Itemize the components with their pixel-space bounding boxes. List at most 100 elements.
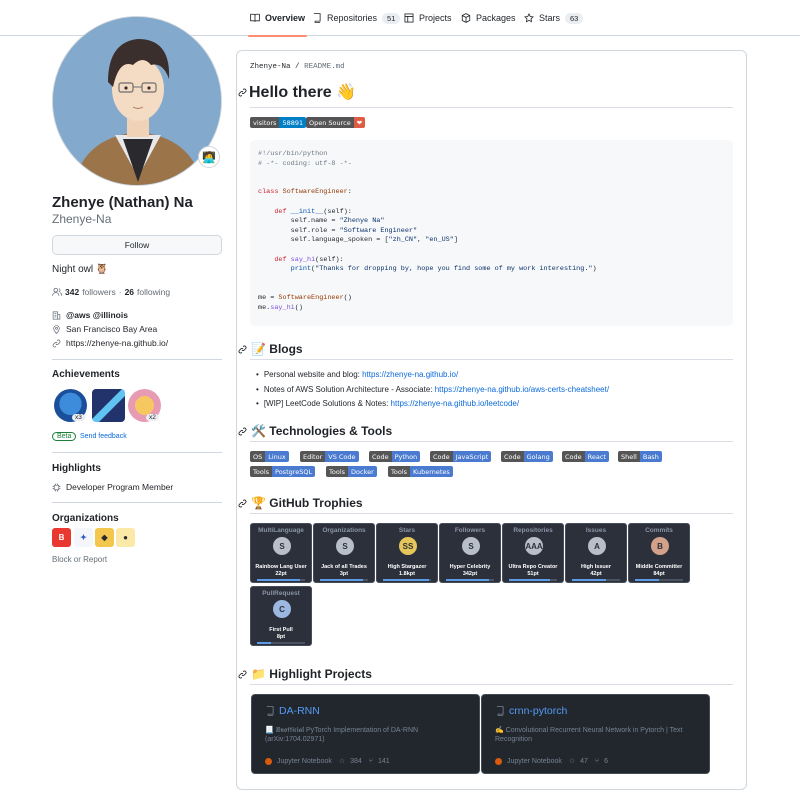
blog-link[interactable]: https://zhenye-na.github.io/aws-certs-ch… (435, 385, 609, 394)
trophy-progress-bar (509, 579, 557, 581)
badge-left: Code (501, 451, 524, 462)
trophy-card[interactable]: Repositories AAA Ultra Repo Creator 51pt (502, 523, 564, 583)
blog-text: [WIP] LeetCode Solutions & Notes: (263, 399, 391, 408)
trophy-card[interactable]: Followers S Hyper Celebrity 342pt (439, 523, 501, 583)
badge-left: Tools (388, 466, 411, 477)
trophy-card[interactable]: PullRequest C First Pull 8pt (250, 586, 312, 646)
trophy-points: 8pt (276, 634, 286, 640)
sidebar-divider (52, 359, 222, 360)
anchor-link-icon[interactable] (238, 427, 247, 436)
trophy-progress-bar (383, 579, 431, 581)
profile-username: Zhenye-Na (52, 212, 112, 226)
repo-icon (496, 706, 504, 716)
trophy-progress-bar (635, 579, 683, 581)
project-card-crnn-pytorch[interactable]: crnn-pytorch ✍️ Convolutional Recurrent … (481, 694, 710, 774)
followers-count[interactable]: 342 (65, 287, 79, 297)
block-or-report-link[interactable]: Block or Report (52, 555, 107, 564)
trophy-title: Organizations (322, 527, 366, 534)
tab-projects-label: Projects (419, 13, 452, 23)
trophy-points: 51pt (527, 571, 539, 577)
tech-badge-postgresql[interactable]: Tools PostgreSQL (250, 466, 316, 477)
trophy-card[interactable]: Commits B Middle Committer 84pt (628, 523, 690, 583)
followers-label[interactable]: followers (82, 287, 116, 297)
readme-path-user[interactable]: Zhenye-Na (250, 63, 291, 71)
anchor-link-icon[interactable] (238, 670, 247, 679)
org-avatar-2[interactable]: ✦ (74, 528, 93, 547)
tech-badge-golang[interactable]: Code Golang (501, 451, 553, 462)
website-link[interactable]: https://zhenye-na.github.io/ (66, 338, 168, 348)
tab-projects[interactable]: Projects (404, 0, 452, 36)
org-avatar-3[interactable]: ◆ (95, 528, 114, 547)
trophy-card[interactable]: Organizations S Jack of all Trades 3pt (313, 523, 375, 583)
readme-path-file[interactable]: README.md (304, 63, 345, 71)
project-title[interactable]: crnn-pytorch (495, 705, 567, 717)
project-card-da-rnn[interactable]: DA-RNN 📃 𝖀𝖓𝖔𝖋𝖋𝖎𝖈𝖎𝖆𝖑 PyTorch Implementati… (251, 694, 480, 774)
trophy-card[interactable]: Stars SS High Stargazer 1.8kpt (376, 523, 438, 583)
status-emoji[interactable]: 🧑‍💻 (198, 146, 220, 168)
blog-link[interactable]: https://zhenye-na.github.io/ (362, 370, 458, 379)
trophy-title: Followers (454, 527, 486, 534)
follow-button[interactable]: Follow (52, 235, 222, 255)
open-source-badge[interactable]: Open Source ❤ (306, 117, 366, 128)
badge-left: Code (562, 451, 585, 462)
following-label[interactable]: following (137, 287, 170, 297)
avatar[interactable] (52, 16, 222, 186)
anchor-link-icon[interactable] (238, 345, 247, 354)
trophy-points: 42pt (590, 571, 602, 577)
anchor-link-icon[interactable] (238, 499, 247, 508)
tech-badge-python[interactable]: Code Python (369, 451, 421, 462)
trophy-card[interactable]: Issues A High Issuer 42pt (565, 523, 627, 583)
trophy-progress-bar (572, 579, 620, 581)
trophy-progress-fill (257, 579, 301, 581)
blogs-list: Personal website and blog: https://zheny… (256, 368, 609, 412)
trophy-card[interactable]: MultiLanguage S Rainbow Lang User 22pt (250, 523, 312, 583)
project-forks: 6 (604, 757, 608, 765)
tab-overview[interactable]: Overview (247, 0, 308, 37)
blog-link[interactable]: https://zhenye-na.github.io/leetcode/ (391, 399, 520, 408)
tech-badge-kubernetes[interactable]: Tools Kubernetes (388, 466, 453, 477)
trophy-rank-icon: C (273, 600, 291, 618)
star-icon: ☆ (336, 758, 346, 765)
tech-badge-linux[interactable]: OS Linux (250, 451, 289, 462)
badge-right: Golang (523, 451, 553, 462)
tab-repositories[interactable]: Repositories 51 (312, 0, 401, 36)
project-description: 📃 𝖀𝖓𝖔𝖋𝖋𝖎𝖈𝖎𝖆𝖑 PyTorch Implementation of D… (265, 727, 419, 743)
profile-bio: Night owl 🦉 (52, 264, 109, 275)
trophy-progress-fill (635, 579, 659, 581)
badge-left: Code (369, 451, 392, 462)
company-text[interactable]: @aws @illinois (66, 310, 128, 320)
achievement-yolo[interactable] (92, 389, 125, 422)
badge-right: VS Code (325, 451, 359, 462)
visitors-badge[interactable]: visitors 58891 (250, 117, 307, 128)
send-feedback-link[interactable]: Send feedback (80, 433, 127, 440)
profile-location: San Francisco Bay Area (52, 324, 157, 334)
tab-repositories-label: Repositories (327, 13, 378, 23)
tab-stars-label: Stars (539, 13, 561, 23)
language-color-dot (265, 757, 272, 765)
profile-company: @aws @illinois (52, 310, 128, 320)
tech-badge-javascript[interactable]: Code JavaScript (430, 451, 492, 462)
badge-right: React (584, 451, 609, 462)
language-color-dot (495, 757, 502, 765)
trophy-rank-icon: S (336, 537, 354, 555)
tech-badge-bash[interactable]: Shell Bash (618, 451, 662, 462)
project-name[interactable]: crnn-pytorch (509, 705, 567, 717)
tech-badge-docker[interactable]: Tools Docker (326, 466, 377, 477)
project-name[interactable]: DA-RNN (279, 705, 320, 717)
tech-badge-vscode[interactable]: Editor VS Code (300, 451, 359, 462)
trophy-rank-icon: AAA (525, 537, 543, 555)
tab-stars[interactable]: Stars 63 (524, 0, 584, 36)
highlights-title: Highlights (52, 463, 101, 474)
project-language: Jupyter Notebook (277, 757, 332, 765)
org-avatar-1[interactable]: B (52, 528, 71, 547)
location-text: San Francisco Bay Area (66, 324, 158, 334)
anchor-link-icon[interactable] (238, 88, 247, 97)
org-avatar-4[interactable]: ● (116, 528, 135, 547)
project-meta: Jupyter Notebook ☆ 384 ⑂ 141 (265, 757, 390, 765)
badge-right: ❤ (353, 117, 366, 128)
heading-rule (250, 684, 733, 685)
following-count[interactable]: 26 (125, 287, 134, 297)
project-title[interactable]: DA-RNN (265, 705, 320, 717)
tech-badge-react[interactable]: Code React (562, 451, 609, 462)
tab-packages[interactable]: Packages (461, 0, 516, 36)
